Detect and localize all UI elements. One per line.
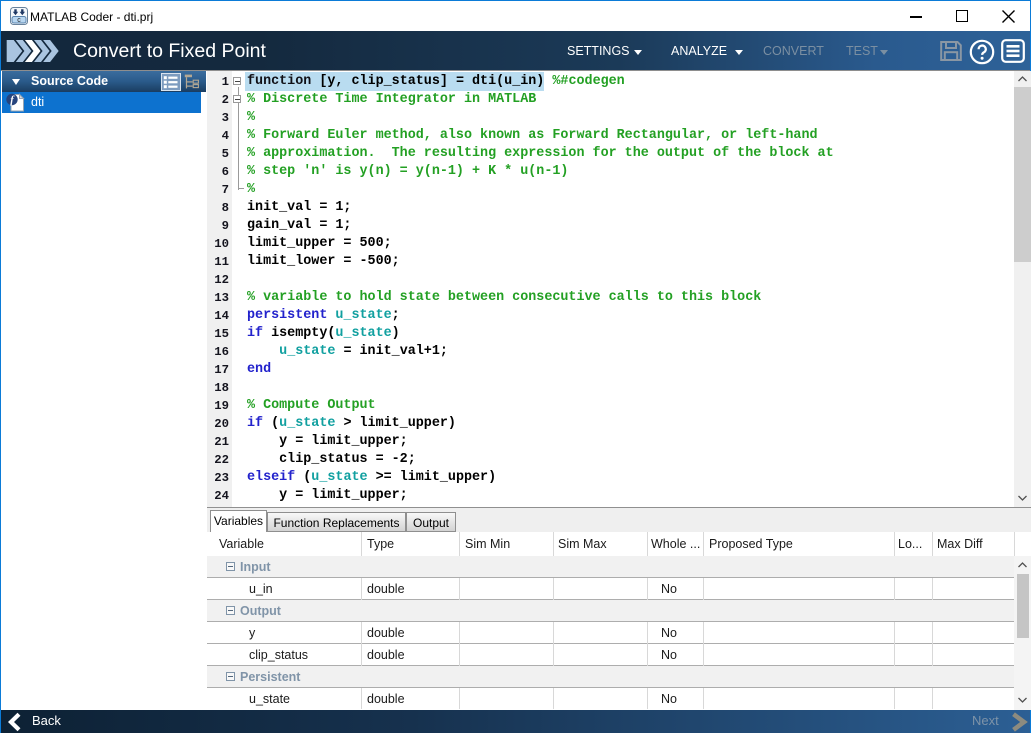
svg-text:c: c <box>17 17 21 24</box>
